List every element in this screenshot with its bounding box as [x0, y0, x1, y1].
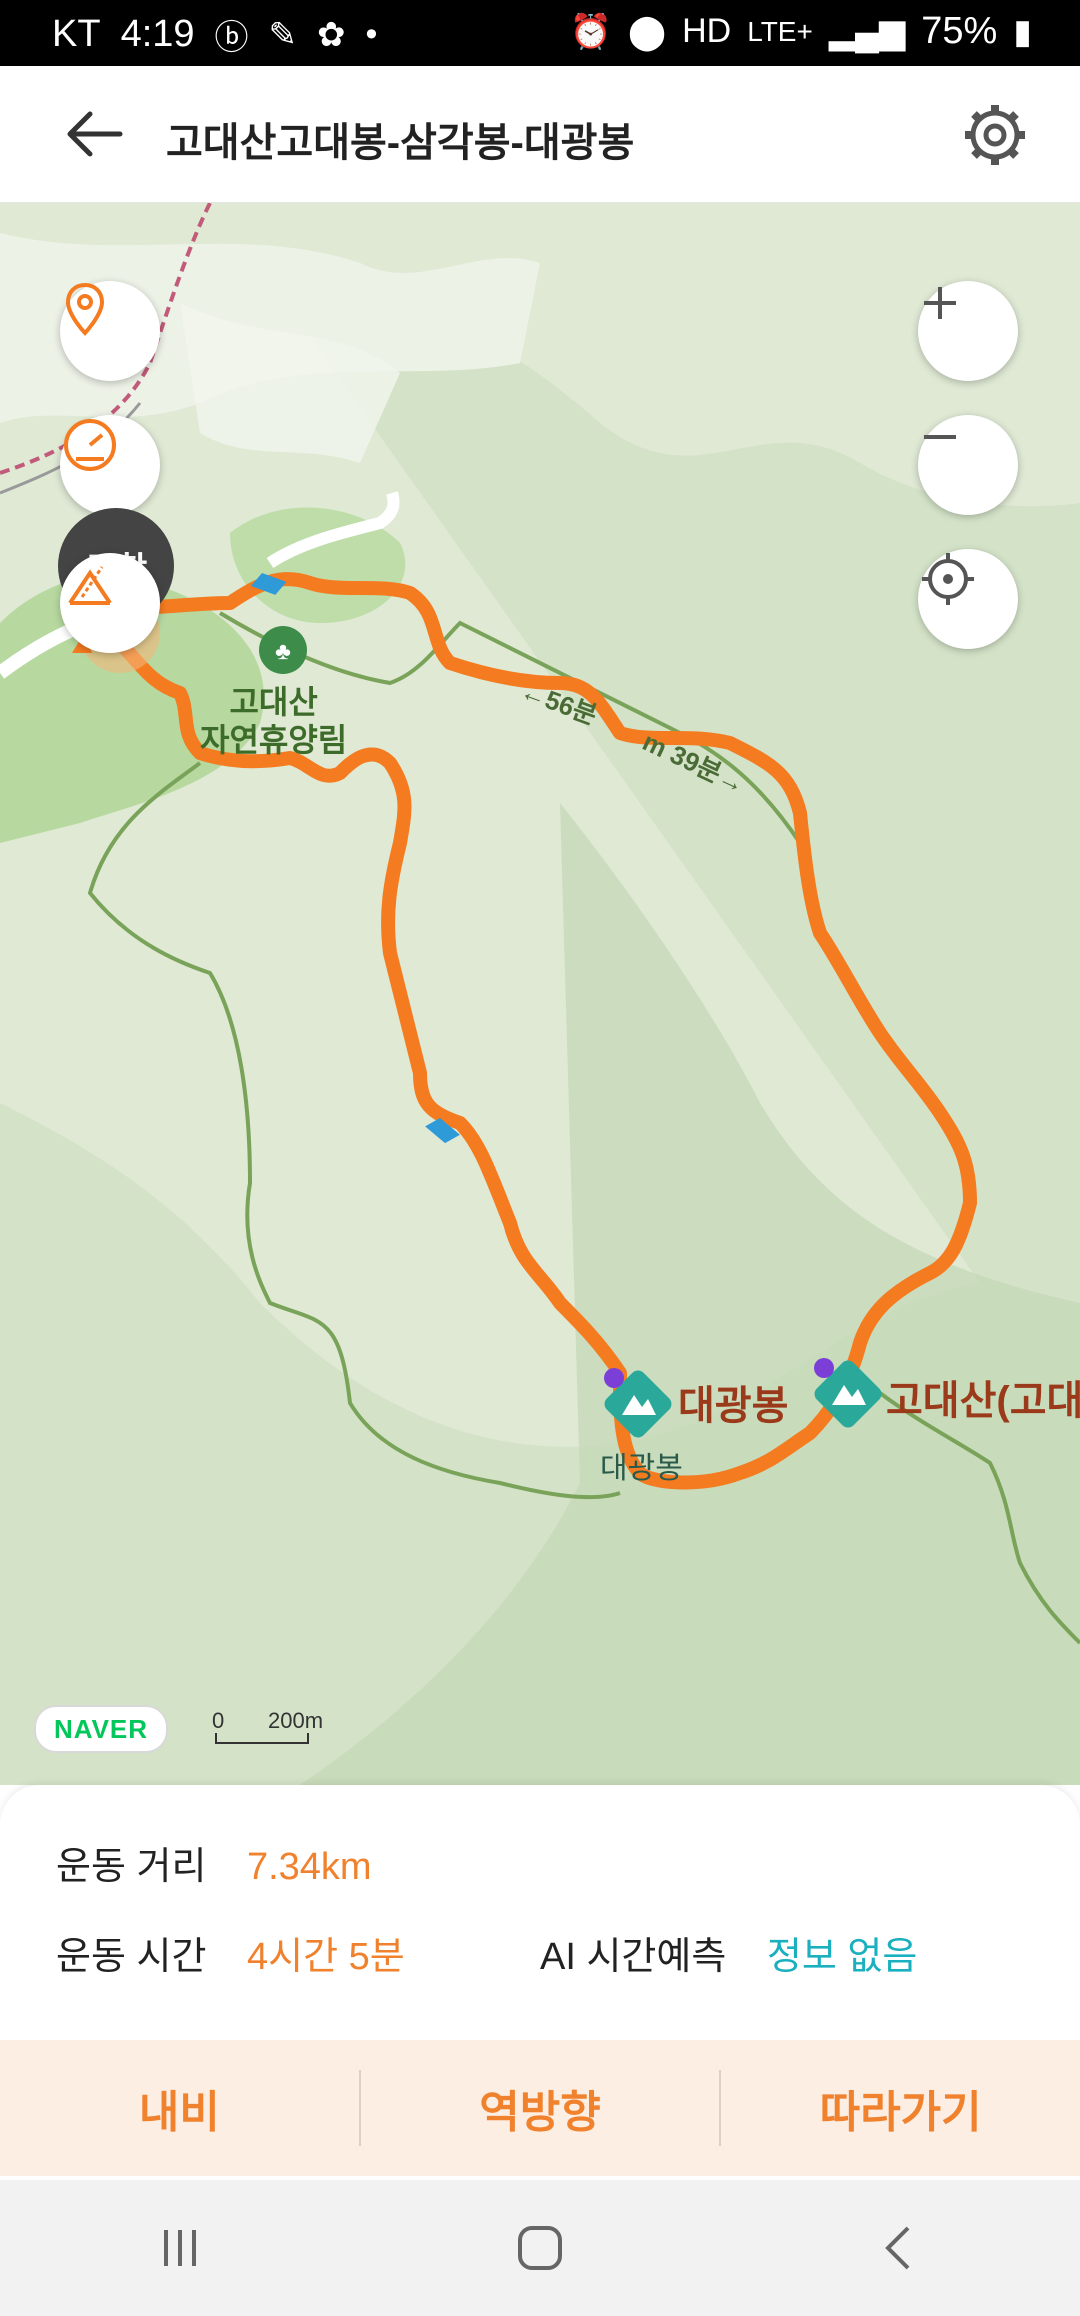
follow-button[interactable]: 따라가기 [721, 2040, 1080, 2176]
time-label: 운동 시간 [56, 1936, 207, 1978]
reverse-button[interactable]: 역방향 [361, 2040, 720, 2176]
network-type: LTE+ [747, 15, 813, 47]
forest-label: 고대산 자연휴양림 [200, 684, 348, 759]
settings-button[interactable] [962, 102, 1028, 168]
route-info-panel: 운동 거리 7.34km 운동 시간 4시간 5분 AI 시간예측 정보 없음 [0, 1785, 1080, 2040]
home-button[interactable] [510, 2218, 570, 2278]
my-location-button[interactable] [918, 549, 1018, 649]
ai-label: AI 시간예측 [540, 1936, 727, 1978]
minus-icon [924, 435, 956, 439]
action-bar: 내비 역방향 따라가기 [0, 2040, 1080, 2176]
zoom-out-button[interactable] [918, 415, 1018, 515]
location-icon: ⬤ [628, 12, 667, 51]
map-pin-icon [65, 282, 105, 336]
elevation-button[interactable] [60, 553, 160, 653]
zoom-in-button[interactable] [918, 281, 1018, 381]
app-notification-icon-2: ✿ [317, 15, 346, 54]
battery-level: 75% [921, 10, 998, 52]
app-notification-icon: ✎ [268, 15, 298, 54]
system-nav-bar [0, 2180, 1080, 2316]
page-title: 고대산고대봉-삼각봉-대광봉 [166, 121, 635, 165]
scale-bar [215, 1733, 309, 1744]
distance-label: 운동 거리 [56, 1846, 207, 1888]
recent-apps-button[interactable] [150, 2218, 210, 2278]
ai-value: 정보 없음 [766, 1936, 918, 1978]
back-nav-button[interactable] [870, 2218, 930, 2278]
naver-logo: NAVER [34, 1705, 168, 1753]
alarm-icon: ⏰ [569, 12, 613, 51]
crosshair-icon [922, 553, 974, 605]
peak-label-godae: 고대산(고대 [886, 1379, 1080, 1423]
app-header: 고대산고대봉-삼각봉-대광봉 [0, 66, 1080, 203]
dot-icon: • [365, 15, 378, 53]
signal-icon: ▂▄▆ [828, 12, 906, 51]
arrow-left-icon [67, 111, 123, 157]
carrier: KT [52, 13, 101, 55]
speedometer-icon [64, 419, 116, 471]
svg-text:♣: ♣ [275, 638, 291, 665]
time-row: 운동 시간 4시간 5분 [56, 1925, 405, 1980]
map-view[interactable]: ♣ 고대산 자연휴양림 ←56분 m 39분→ 대광봉 대광봉 고대산(고대 N… [0, 203, 1080, 1785]
status-bar: KT 4:19 ⓑ ✎ ✿ • ⏰ ⬤ HD LTE+ ▂▄▆ 75% ▮ [0, 0, 1080, 66]
distance-row: 운동 거리 7.34km [56, 1835, 372, 1890]
navigation-button[interactable]: 내비 [0, 2040, 359, 2176]
ai-row: AI 시간예측 정보 없음 [540, 1925, 917, 1980]
peak-label-daegwang: 대광봉 [678, 1384, 789, 1428]
speedometer-button[interactable] [60, 415, 160, 515]
battery-icon: ▮ [1013, 12, 1032, 51]
peak-sub-label: 대광봉 [600, 1452, 683, 1485]
gear-icon [965, 105, 1025, 165]
clock: 4:19 [120, 13, 195, 55]
distance-value: 7.34km [246, 1846, 372, 1888]
location-pin-button[interactable] [60, 281, 160, 381]
notification-icon: ⓑ [214, 19, 249, 57]
hd-icon: HD [682, 12, 732, 50]
time-value: 4시간 5분 [246, 1936, 405, 1978]
plus-icon [924, 287, 956, 319]
elevation-icon [68, 566, 112, 605]
back-button[interactable] [60, 106, 130, 162]
